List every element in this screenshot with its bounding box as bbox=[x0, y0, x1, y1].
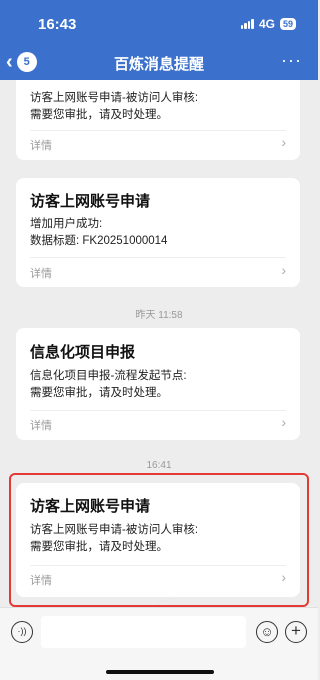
card-divider bbox=[30, 410, 286, 411]
detail-link[interactable]: 详情 bbox=[30, 265, 52, 281]
chevron-right-icon[interactable]: › bbox=[281, 414, 286, 430]
message-line: 信息化项目申报-流程发起节点: bbox=[30, 370, 187, 382]
plus-icon[interactable]: + bbox=[285, 621, 307, 643]
detail-link[interactable]: 详情 bbox=[30, 137, 52, 153]
message-title: 访客上网账号申请 bbox=[30, 193, 151, 210]
network-type: 4G bbox=[258, 17, 275, 31]
message-card[interactable]: 访客上网账号申请 增加用户成功: 数据标题: FK20251000014 详情 … bbox=[16, 178, 300, 287]
detail-link[interactable]: 详情 bbox=[30, 417, 52, 433]
chevron-right-icon[interactable]: › bbox=[281, 262, 286, 278]
card-divider bbox=[30, 565, 286, 566]
message-line: 需要您审批，请及时处理。 bbox=[30, 387, 168, 399]
card-divider bbox=[30, 257, 286, 258]
more-dots-icon[interactable]: ··· bbox=[281, 50, 302, 71]
card-divider bbox=[30, 130, 286, 131]
message-line: 需要您审批，请及时处理。 bbox=[30, 109, 168, 121]
message-title: 信息化项目申报 bbox=[30, 344, 136, 361]
timestamp: 16:41 bbox=[146, 460, 172, 471]
message-list[interactable]: · · · · · · · · · · · · · · · · · · · · … bbox=[0, 80, 318, 607]
battery-icon: 59 bbox=[279, 18, 296, 30]
message-card[interactable]: 信息化项目申报 信息化项目申报-流程发起节点: 需要您审批，请及时处理。 详情 … bbox=[16, 328, 300, 440]
message-line: 增加用户成功: bbox=[30, 218, 103, 230]
home-indicator bbox=[106, 670, 214, 674]
status-indicators: 4G 59 bbox=[240, 17, 296, 31]
page-title: 百炼消息提醒 bbox=[113, 56, 204, 73]
status-time: 16:43 bbox=[38, 16, 77, 33]
signal-icon bbox=[240, 19, 254, 29]
status-bar: 16:43 4G 59 bbox=[0, 0, 318, 46]
nav-bar: ‹ 5 百炼消息提醒 ··· bbox=[0, 46, 318, 80]
message-line: 数据标题: FK20251000014 bbox=[30, 235, 168, 247]
chevron-right-icon[interactable]: › bbox=[281, 569, 286, 585]
chevron-right-icon[interactable]: › bbox=[281, 134, 286, 150]
detail-link[interactable]: 详情 bbox=[30, 572, 52, 588]
message-card[interactable]: 访客上网账号申请-被访问人审核: 需要您审批，请及时处理。 详情 › bbox=[16, 80, 300, 160]
message-line: 访客上网账号申请-被访问人审核: bbox=[30, 92, 199, 104]
input-bar: ·)) ☺ + bbox=[0, 607, 318, 680]
message-line: 访客上网账号申请-被访问人审核: bbox=[30, 524, 199, 536]
emoji-icon[interactable]: ☺ bbox=[256, 621, 278, 643]
message-title: 访客上网账号申请 bbox=[30, 498, 151, 515]
message-card[interactable]: 访客上网账号申请 访客上网账号申请-被访问人审核: 需要您审批，请及时处理。 详… bbox=[16, 483, 300, 597]
message-input[interactable] bbox=[41, 616, 246, 648]
message-line: 需要您审批，请及时处理。 bbox=[30, 541, 168, 553]
timestamp: 昨天 11:58 bbox=[135, 310, 183, 321]
voice-icon[interactable]: ·)) bbox=[11, 621, 33, 643]
